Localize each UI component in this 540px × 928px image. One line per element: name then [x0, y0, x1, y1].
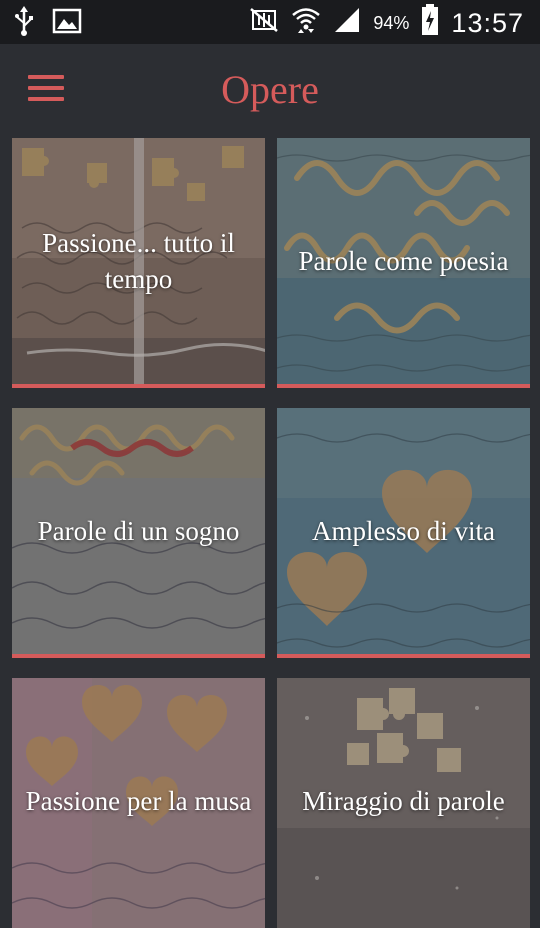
signal-icon — [333, 6, 361, 40]
work-tile[interactable]: Amplesso di vita — [277, 408, 530, 658]
accent-bar — [277, 384, 530, 388]
work-title: Parole come poesia — [298, 246, 509, 276]
usb-icon — [14, 6, 34, 41]
work-title: Amplesso di vita — [312, 516, 495, 546]
work-title: Passione... tutto il tempo — [42, 228, 235, 294]
work-tile[interactable]: Parole di un sogno — [12, 408, 265, 658]
work-title: Parole di un sogno — [37, 516, 240, 546]
battery-percent: 94% — [373, 12, 410, 33]
work-tile[interactable]: Parole come poesia — [277, 138, 530, 388]
status-bar: 94% 13:57 — [0, 0, 540, 44]
clock: 13:57 — [451, 7, 524, 38]
accent-bar — [277, 654, 530, 658]
work-tile[interactable]: Passione per la musa — [12, 678, 265, 928]
work-title: Miraggio di parole — [302, 786, 505, 816]
accent-bar — [12, 384, 265, 388]
work-title: Passione per la musa — [25, 786, 252, 816]
battery-charging-icon — [421, 4, 439, 42]
mute-icon — [249, 7, 279, 39]
accent-bar — [12, 654, 265, 658]
wifi-icon — [291, 5, 321, 41]
app-bar: Opere — [0, 44, 540, 136]
work-tile[interactable]: Passione... tutto il tempo — [12, 138, 265, 388]
page-title: Opere — [221, 67, 319, 112]
work-tile[interactable]: Miraggio di parole — [277, 678, 530, 928]
image-icon — [52, 7, 82, 40]
